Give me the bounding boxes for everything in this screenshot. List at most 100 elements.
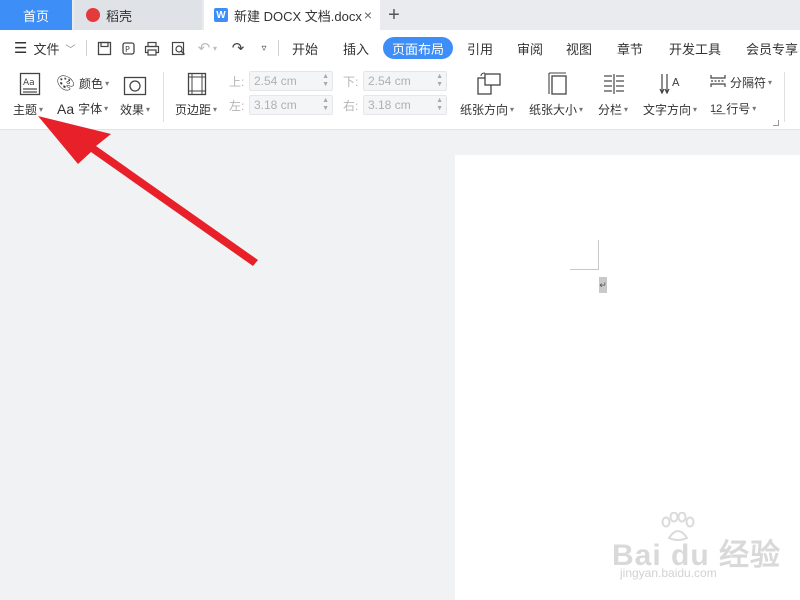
left-margin-value: 3.18 cm: [254, 98, 297, 112]
file-menu-label: 文件: [33, 41, 60, 57]
tab-document[interactable]: W 新建 DOCX 文档.docx ×: [204, 0, 380, 30]
divider: [784, 72, 785, 122]
left-margin-field[interactable]: 3.18 cm ▲ ▼: [249, 95, 333, 115]
caret-down-icon: ▾: [752, 104, 757, 113]
tab-document-title: 新建 DOCX 文档.docx: [234, 8, 362, 24]
svg-text:P: P: [125, 45, 130, 54]
tab-references[interactable]: 引用: [467, 30, 493, 66]
text-direction-button[interactable]: 文字方向 ▾: [643, 101, 697, 118]
bottom-margin-field[interactable]: 2.54 cm ▲ ▼: [363, 71, 447, 91]
divider: [278, 40, 279, 56]
redo-icon[interactable]: ↷: [228, 38, 248, 58]
margins-icon[interactable]: [184, 71, 210, 97]
orientation-button[interactable]: 纸张方向 ▾: [460, 101, 514, 118]
breaks-button[interactable]: 分隔符 ▾: [710, 74, 772, 91]
hamburger-icon: ☰: [14, 40, 28, 57]
ribbon-page-layout: Aa 主题 ▾ 🎨︎ 颜色 ▾ Aa 字体 ▾ 效果 ▾ 页边距 ▾ 上: 2.54 cm…: [0, 66, 800, 130]
writer-doc-icon: W: [214, 8, 228, 22]
watermark-url: jingyan.baidu.com: [620, 566, 717, 580]
spin-arrows-icon[interactable]: ▲ ▼: [322, 73, 329, 89]
top-margin-label: 上:: [229, 75, 245, 89]
orientation-label: 纸张方向: [460, 103, 509, 117]
tab-start[interactable]: 开始: [292, 30, 318, 66]
palette-icon: 🎨︎: [56, 75, 76, 92]
tab-page-layout[interactable]: 页面布局: [383, 37, 454, 59]
margins-button[interactable]: 页边距 ▾: [175, 101, 217, 118]
export-icon[interactable]: P: [118, 38, 138, 58]
right-margin-field[interactable]: 3.18 cm ▲ ▼: [363, 95, 447, 115]
divider: [86, 40, 87, 56]
bottom-margin-label: 下:: [343, 75, 359, 89]
svg-text:A: A: [672, 76, 680, 89]
undo-dropdown-icon[interactable]: ▾: [210, 38, 220, 58]
tab-view[interactable]: 视图: [566, 30, 592, 66]
line-number-icon: 1̲2̲: [710, 102, 723, 115]
crop-mark-horizontal: [570, 269, 599, 270]
chevron-down-icon: ﹀: [65, 44, 76, 56]
bottom-margin-value: 2.54 cm: [368, 74, 411, 88]
font-button[interactable]: Aa 字体 ▾: [57, 100, 108, 117]
effect-button[interactable]: 效果 ▾: [120, 101, 150, 118]
theme-label: 主题: [13, 103, 38, 117]
caret-down-icon: ▾: [213, 105, 218, 114]
top-margin-value: 2.54 cm: [254, 74, 297, 88]
theme-button[interactable]: 主题 ▾: [13, 101, 43, 118]
effect-label: 效果: [120, 103, 145, 117]
file-menu-button[interactable]: ☰ 文件 ﹀: [14, 30, 75, 66]
columns-label: 分栏: [598, 103, 623, 117]
tab-daoke[interactable]: 稻壳: [74, 0, 202, 30]
print-icon[interactable]: [142, 38, 162, 58]
spin-arrows-icon[interactable]: ▲ ▼: [322, 97, 329, 113]
line-numbers-button[interactable]: 1̲2̲ 行号 ▾: [710, 100, 756, 117]
tab-section[interactable]: 章节: [617, 30, 643, 66]
close-tab-icon[interactable]: ×: [364, 7, 372, 23]
crop-mark-vertical: [598, 240, 599, 270]
breaks-label: 分隔符: [730, 76, 767, 90]
caret-down-icon: ▾: [624, 105, 629, 114]
tab-insert[interactable]: 插入: [343, 30, 369, 66]
ribbon-expand-icon[interactable]: [773, 120, 779, 126]
new-tab-button[interactable]: +: [380, 0, 408, 30]
color-label: 颜色: [79, 76, 104, 91]
daoke-logo-icon: [86, 8, 100, 22]
line-numbers-label: 行号: [726, 102, 751, 116]
tab-daoke-label: 稻壳: [106, 8, 133, 24]
caret-down-icon: ▾: [510, 105, 515, 114]
color-button[interactable]: 🎨︎ 颜色 ▾: [56, 74, 109, 92]
size-button[interactable]: 纸张大小 ▾: [529, 101, 583, 118]
menu-row: ☰ 文件 ﹀ P ↶ ▾ ↷ ▿ 开始 插入 页面布局 引用 审阅 视图 章节 …: [0, 30, 800, 66]
size-label: 纸张大小: [529, 103, 578, 117]
preview-icon[interactable]: [168, 38, 188, 58]
svg-text:Aa: Aa: [23, 78, 35, 88]
orientation-icon[interactable]: [476, 71, 502, 97]
size-icon[interactable]: [545, 71, 571, 97]
text-direction-icon[interactable]: A: [658, 71, 684, 97]
tab-member[interactable]: 会员专享: [746, 30, 800, 66]
font-label: 字体: [78, 102, 103, 116]
divider: [163, 72, 164, 122]
more-icon[interactable]: ▿: [254, 38, 274, 58]
columns-button[interactable]: 分栏 ▾: [598, 101, 628, 118]
top-margin-field[interactable]: 2.54 cm ▲ ▼: [249, 71, 333, 91]
paragraph-mark: ↵: [599, 277, 607, 293]
tab-developer[interactable]: 开发工具: [669, 30, 721, 66]
tab-home[interactable]: 首页: [0, 0, 72, 30]
caret-down-icon: ▾: [768, 78, 773, 87]
theme-icon[interactable]: Aa: [17, 71, 43, 97]
font-aa-icon: Aa: [57, 100, 75, 117]
spin-arrows-icon[interactable]: ▲ ▼: [436, 97, 443, 113]
caret-down-icon: ▾: [105, 78, 110, 88]
right-margin-label: 右:: [343, 99, 359, 113]
caret-down-icon: ▾: [579, 105, 584, 114]
caret-down-icon: ▾: [693, 105, 698, 114]
breaks-icon: [710, 74, 726, 91]
caret-down-icon: ▾: [146, 105, 151, 114]
tab-review[interactable]: 审阅: [517, 30, 543, 66]
tab-bar: 首页 稻壳 W 新建 DOCX 文档.docx × +: [0, 0, 800, 30]
save-icon[interactable]: [94, 38, 114, 58]
effect-icon[interactable]: [122, 73, 148, 99]
columns-icon[interactable]: [601, 71, 627, 97]
caret-down-icon: ▾: [39, 105, 44, 114]
text-direction-label: 文字方向: [643, 103, 692, 117]
spin-arrows-icon[interactable]: ▲ ▼: [436, 73, 443, 89]
